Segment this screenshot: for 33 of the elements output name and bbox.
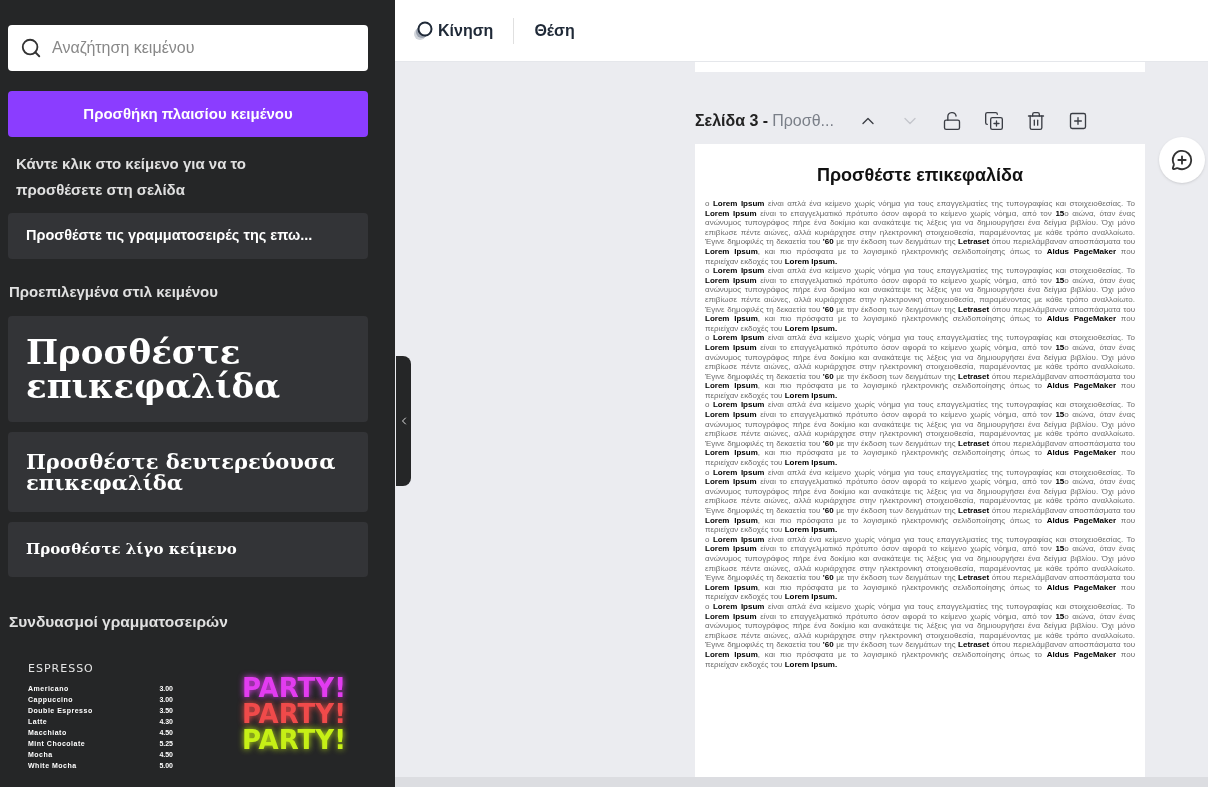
overlapping-circles-icon xyxy=(412,19,434,42)
page-title: Σελίδα 3 - xyxy=(695,111,769,131)
search-field[interactable]: Αναζήτηση κειμένου xyxy=(8,25,368,71)
body-paragraph: ο Lorem Ipsum είναι απλά ένα κείμενο χωρίς νόημα για τους επαγγελματίες της τυπογραφίας και στοιχειοθεσίας. Το Lorem Ipsum είναι το επαγγελματικό πρότυπο όσον αφορά το κείμενο χωρίς νόημα, από τον 15ο αιώνα, όταν ένας ανώνυμος τυπογράφος πήρε ένα δοκίμιο και ανακάτεψε τις λέξεις για να δημιουργήσει ένα δείγμα βιβλίου. Όχι μόνο επιβίωσε πέντε αιώνες, αλλά κυριάρχησε στην ηλεκτρονική στοιχειοθεσία, παραμένοντας με κάθε τρόπο αναλλοίωτο. Έγινε δημοφιλές τη δεκαετία του '60 με την έκδοση των δειγμάτων της Letraset όπου περιελάμβαναν αποσπάσματα του Lorem Ipsum, και πιο πρόσφατα με το λογισμικό ηλεκτρονικής σελιδοποίησης όπως το Aldus PageMaker που περιείχαν εκδοχές του Lorem Ipsum. xyxy=(705,534,1135,602)
neon-text: PARTY! xyxy=(241,674,346,701)
unlocked-padlock-icon xyxy=(941,111,962,131)
add-page-icon xyxy=(1067,111,1088,131)
add-text-box-button[interactable]: Προσθήκη πλαισίου κειμένου xyxy=(8,91,368,137)
comment-plus-icon xyxy=(1171,149,1193,171)
neon-text: PARTY! xyxy=(241,726,346,753)
animate-button[interactable]: Κίνηση xyxy=(412,18,494,43)
neon-text: PARTY! xyxy=(241,700,346,727)
heading-style-option[interactable]: Προσθέστε επικεφαλίδα xyxy=(8,315,368,422)
body-paragraph: ο Lorem Ipsum είναι απλά ένα κείμενο χωρίς νόημα για τους επαγγελματίες της τυπογραφίας και στοιχειοθεσίας. Το Lorem Ipsum είναι το επαγγελματικό πρότυπο όσον αφορά το κείμενο χωρίς νόημα, από τον 15ο αιώνα, όταν ένας ανώνυμος τυπογράφος πήρε ένα δοκίμιο και ανακάτεψε τις λέξεις για να δημιουργήσει ένα δείγμα βιβλίου. Όχι μόνο επιβίωσε πέντε αιώνες, αλλά κυριάρχησε στην ηλεκτρονική στοιχειοθεσία, παραμένοντας με κάθε τρόπο αναλλοίωτο. Έγινε δημοφιλές τη δεκαετία του '60 με την έκδοση των δειγμάτων της Letraset όπου περιελάμβαναν αποσπάσματα του Lorem Ipsum, και πιο πρόσφατα με το λογισμικό ηλεκτρονικής σελιδοποίησης όπως το Aldus PageMaker που περιείχαν εκδοχές του Lorem Ipsum. xyxy=(705,601,1135,670)
add-comment-button[interactable] xyxy=(1159,137,1205,183)
body-paragraph: ο Lorem Ipsum είναι απλά ένα κείμενο χωρίς νόημα για τους επαγγελματίες της τυπογραφίας και στοιχειοθεσίας. Το Lorem Ipsum είναι το επαγγελματικό πρότυπο όσον αφορά το κείμενο χωρίς νόημα, από τον 15ο αιώνα, όταν ένας ανώνυμος τυπογράφος πήρε ένα δοκίμιο και ανακάτεψε τις λέξεις για να δημιουργήσει ένα δείγμα βιβλίου. Όχι μόνο επιβίωσε πέντε αιώνες, αλλά κυριάρχησε στην ηλεκτρονική στοιχειοθεσία, παραμένοντας με κάθε τρόπο αναλλοίωτο. Έγινε δημοφιλές τη δεκαετία του '60 με την έκδοση των δειγμάτων της Letraset όπου περιελάμβαναν αποσπάσματα του Lorem Ipsum, και πιο πρόσφατα με το λογισμικό ηλεκτρονικής σελιδοποίησης όπως το Aldus PageMaker που περιείχαν εκδοχές του Lorem Ipsum. xyxy=(705,333,1135,401)
page-heading: Προσθέστε επικεφαλίδα xyxy=(817,164,1023,187)
position-button[interactable]: Θέση xyxy=(534,18,575,43)
section-heading: Συνδυασμοί γραμματοσειρών xyxy=(9,611,229,632)
menu-title: ESPRESSO xyxy=(28,660,95,677)
body-paragraph: ο Lorem Ipsum είναι απλά ένα κείμενο χωρίς νόημα για τους επαγγελματίες της τυπογραφίας και στοιχειοθεσίας. Το Lorem Ipsum είναι το επαγγελματικό πρότυπο όσον αφορά το κείμενο χωρίς νόημα, από τον 15ο αιώνα, όταν ένας ανώνυμος τυπογράφος πήρε ένα δοκίμιο και ανακάτεψε τις λέξεις για να δημιουργήσει ένα δείγμα βιβλίου. Όχι μόνο επιβίωσε πέντε αιώνες, αλλά κυριάρχησε στην ηλεκτρονική στοιχειοθεσία, παραμένοντας με κάθε τρόπο αναλλοίωτο. Έγινε δημοφιλές τη δεκαετία του '60 με την έκδοση των δειγμάτων της Letraset όπου περιελάμβαναν αποσπάσματα του Lorem Ipsum, και πιο πρόσφατα με το λογισμικό ηλεκτρονικής σελιδοποίησης όπως το Aldus PageMaker που περιείχαν εκδοχές του Lorem Ipsum. xyxy=(705,467,1135,535)
body-style-option[interactable]: Προσθέστε λίγο κείμενο xyxy=(8,521,368,577)
body-paragraph: ο Lorem Ipsum είναι απλά ένα κείμενο χωρίς νόημα για τους επαγγελματίες της τυπογραφίας και στοιχειοθεσίας. Το Lorem Ipsum είναι το επαγγελματικό πρότυπο όσον αφορά το κείμενο χωρίς νόημα, από τον 15ο αιώνα, όταν ένας ανώνυμος τυπογράφος πήρε ένα δοκίμιο και ανακάτεψε τις λέξεις για να δημιουργήσει ένα δείγμα βιβλίου. Όχι μόνο επιβίωσε πέντε αιώνες, αλλά κυριάρχησε στην ηλεκτρονική στοιχειοθεσία, παραμένοντας με κάθε τρόπο αναλλοίωτο. Έγινε δημοφιλές τη δεκαετία του '60 με την έκδοση των δειγμάτων της Letraset όπου περιελάμβαναν αποσπάσματα του Lorem Ipsum, και πιο πρόσφατα με το λογισμικό ηλεκτρονικής σελιδοποίησης όπως το Aldus PageMaker που περιείχαν εκδοχές του Lorem Ipsum. xyxy=(705,400,1135,468)
search-icon xyxy=(20,37,42,59)
trash-icon xyxy=(1025,111,1046,131)
collapse-panel-button[interactable] xyxy=(396,356,411,486)
body-paragraph: ο Lorem Ipsum είναι απλά ένα κείμενο χωρίς νόημα για τους επαγγελματίες της τυπογραφίας και στοιχειοθεσίας. Το Lorem Ipsum είναι το επαγγελματικό πρότυπο όσον αφορά το κείμενο χωρίς νόημα, από τον 15ο αιώνα, όταν ένας ανώνυμος τυπογράφος πήρε ένα δοκίμιο και ανακάτεψε τις λέξεις για να δημιουργήσει ένα δείγμα βιβλίου. Όχι μόνο επιβίωσε πέντε αιώνες, αλλά κυριάρχησε στην ηλεκτρονική στοιχειοθεσία, παραμένοντας με κάθε τρόπο αναλλοίωτο. Έγινε δημοφιλές τη δεκαετία του '60 με την έκδοση των δειγμάτων της Letraset όπου περιελάμβαναν αποσπάσματα του Lorem Ipsum, και πιο πρόσφατα με το λογισμικό ηλεκτρονικής σελιδοποίησης όπως το Aldus PageMaker που περιείχαν εκδοχές του Lorem Ipsum. xyxy=(705,266,1135,334)
subheading-style-option[interactable]: Προσθέστε δευτερεύουσα επικεφαλίδα xyxy=(8,431,368,512)
hint-text: Κάντε κλικ στο κείμενο για να το προσθέσετε στη σελίδα xyxy=(15,154,247,200)
body-paragraph: ο Lorem Ipsum είναι απλά ένα κείμενο χωρίς νόημα για τους επαγγελματίες της τυπογραφίας και στοιχειοθεσίας. Το Lorem Ipsum είναι το επαγγελματικό πρότυπο όσον αφορά το κείμενο χωρίς νόημα, από τον 15ο αιώνα, όταν ένας ανώνυμος τυπογράφος πήρε ένα δοκίμιο και ανακάτεψε τις λέξεις για να δημιουργήσει ένα δείγμα βιβλίου. Όχι μόνο επιβίωσε πέντε αιώνες, αλλά κυριάρχησε στην ηλεκτρονική στοιχειοθεσία, παραμένοντας με κάθε τρόπο αναλλοίωτο. Έγινε δημοφιλές τη δεκαετία του '60 με την έκδοση των δειγμάτων της Letraset όπου περιελάμβαναν αποσπάσματα του Lorem Ipsum, και πιο πρόσφατα με το λογισμικό ηλεκτρονικής σελιδοποίησης όπως το Aldus PageMaker που περιείχαν εκδοχές του Lorem Ipsum. xyxy=(705,199,1135,267)
duplicate-icon xyxy=(983,111,1004,131)
brand-fonts-button[interactable]: Προσθέστε τις γραμματοσειρές της επω... xyxy=(8,213,368,259)
section-heading: Προεπιλεγμένα στιλ κειμένου xyxy=(9,282,219,302)
